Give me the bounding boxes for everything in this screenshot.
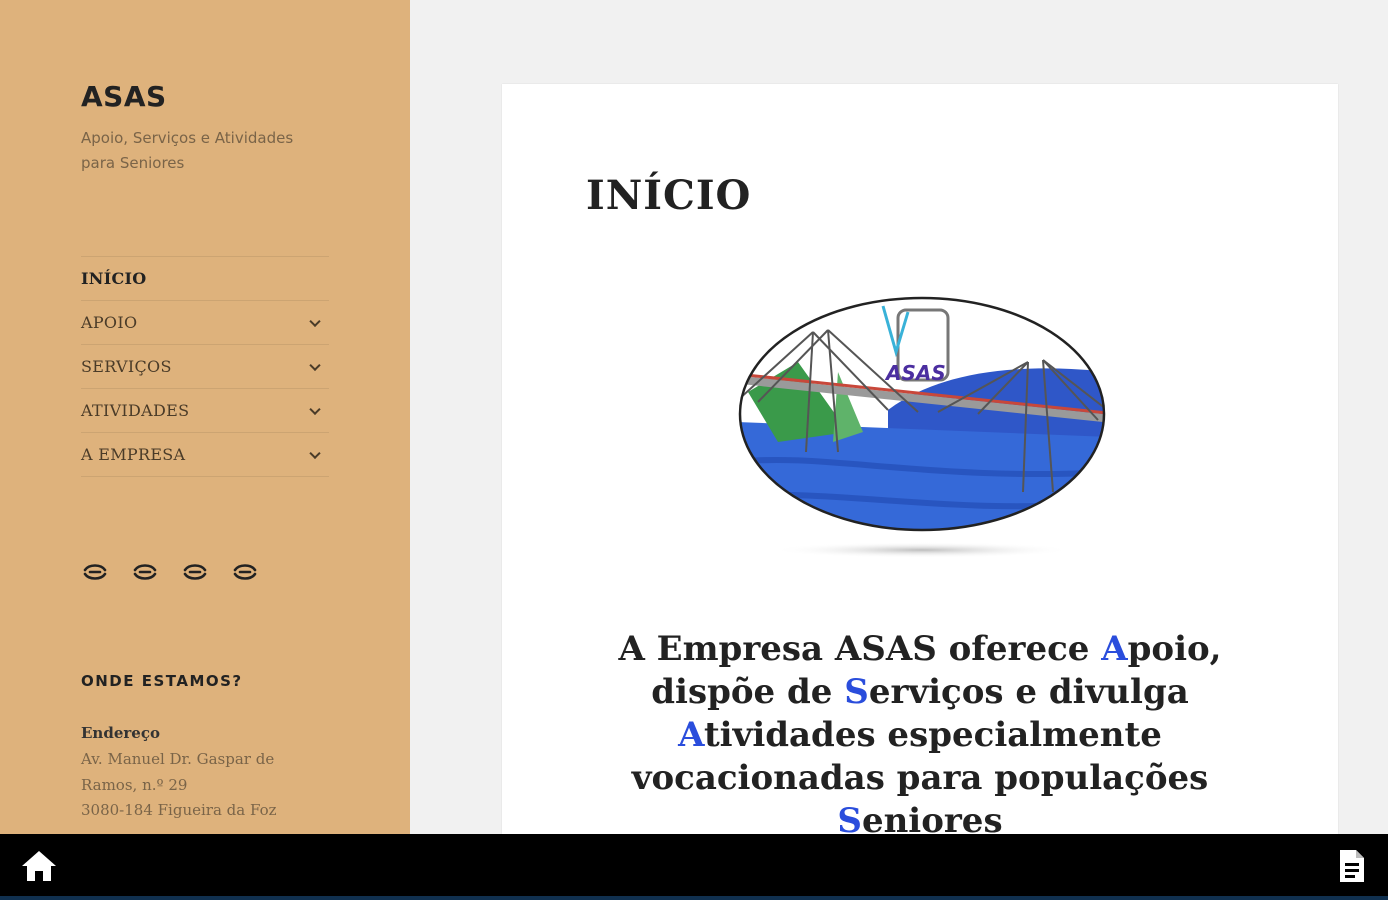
widget-title: ONDE ESTAMOS? — [81, 672, 243, 690]
social-links — [81, 558, 259, 586]
intro-text-part: tividades especialmente — [703, 715, 1162, 755]
chevron-down-icon[interactable] — [309, 315, 321, 327]
nav-item-a-empresa[interactable]: A EMPRESA — [81, 433, 329, 477]
intro-text-part: poio, — [1127, 629, 1222, 669]
bottom-accent-bar — [0, 896, 1388, 900]
nav-item-label: APOIO — [81, 313, 138, 332]
main-content: INÍCIO ASAS A Empresa ASAS oferece Apoio… — [502, 84, 1338, 834]
nav-item-label: SERVIÇOS — [81, 357, 172, 376]
accent-letter: A — [678, 715, 704, 755]
nav-item-servicos[interactable]: SERVIÇOS — [81, 345, 329, 389]
intro-text-part: dispõe de — [651, 672, 845, 712]
nav-item-apoio[interactable]: APOIO — [81, 301, 329, 345]
accent-letter: S — [844, 672, 869, 712]
nav-item-label: INÍCIO — [81, 269, 147, 288]
link-icon[interactable] — [231, 558, 259, 586]
page-title: INÍCIO — [586, 172, 752, 219]
address-line: 3080-184 Figueira da Foz — [81, 801, 277, 819]
intro-text-part: A Empresa ASAS oferece — [618, 629, 1102, 669]
link-icon[interactable] — [81, 558, 109, 586]
chevron-down-icon[interactable] — [309, 359, 321, 371]
link-icon[interactable] — [131, 558, 159, 586]
address-label: Endereço — [81, 724, 160, 742]
nav-item-label: A EMPRESA — [81, 445, 186, 464]
link-icon[interactable] — [181, 558, 209, 586]
accent-letter: S — [837, 801, 862, 834]
chevron-down-icon[interactable] — [309, 447, 321, 459]
address-line: Av. Manuel Dr. Gaspar de — [81, 750, 275, 768]
document-icon[interactable] — [1336, 848, 1368, 884]
address-line: Ramos, n.º 29 — [81, 776, 188, 794]
intro-text: A Empresa ASAS oferece Apoio, dispõe de … — [562, 628, 1278, 834]
site-description: Apoio, Serviços e Atividades para Senior… — [81, 129, 294, 172]
nav-item-label: ATIVIDADES — [81, 401, 190, 420]
sidebar: ASAS Apoio, Serviços e Atividades para S… — [0, 0, 410, 834]
accent-letter: A — [1101, 629, 1128, 669]
company-logo: ASAS — [738, 296, 1106, 558]
site-title[interactable]: ASAS — [81, 80, 167, 113]
intro-text-part: vocacionadas para populações — [631, 758, 1209, 798]
chevron-down-icon[interactable] — [309, 403, 321, 415]
intro-text-part: eniores — [861, 801, 1003, 834]
main-navigation: INÍCIO APOIO SERVIÇOS ATIVIDADES A EMPRE… — [81, 256, 329, 477]
logo-text: ASAS — [884, 361, 946, 385]
bottom-toolbar — [0, 834, 1388, 896]
intro-text-part: erviços e divulga — [868, 672, 1189, 712]
home-icon[interactable] — [20, 848, 58, 884]
nav-item-inicio[interactable]: INÍCIO — [81, 257, 329, 301]
nav-item-atividades[interactable]: ATIVIDADES — [81, 389, 329, 433]
